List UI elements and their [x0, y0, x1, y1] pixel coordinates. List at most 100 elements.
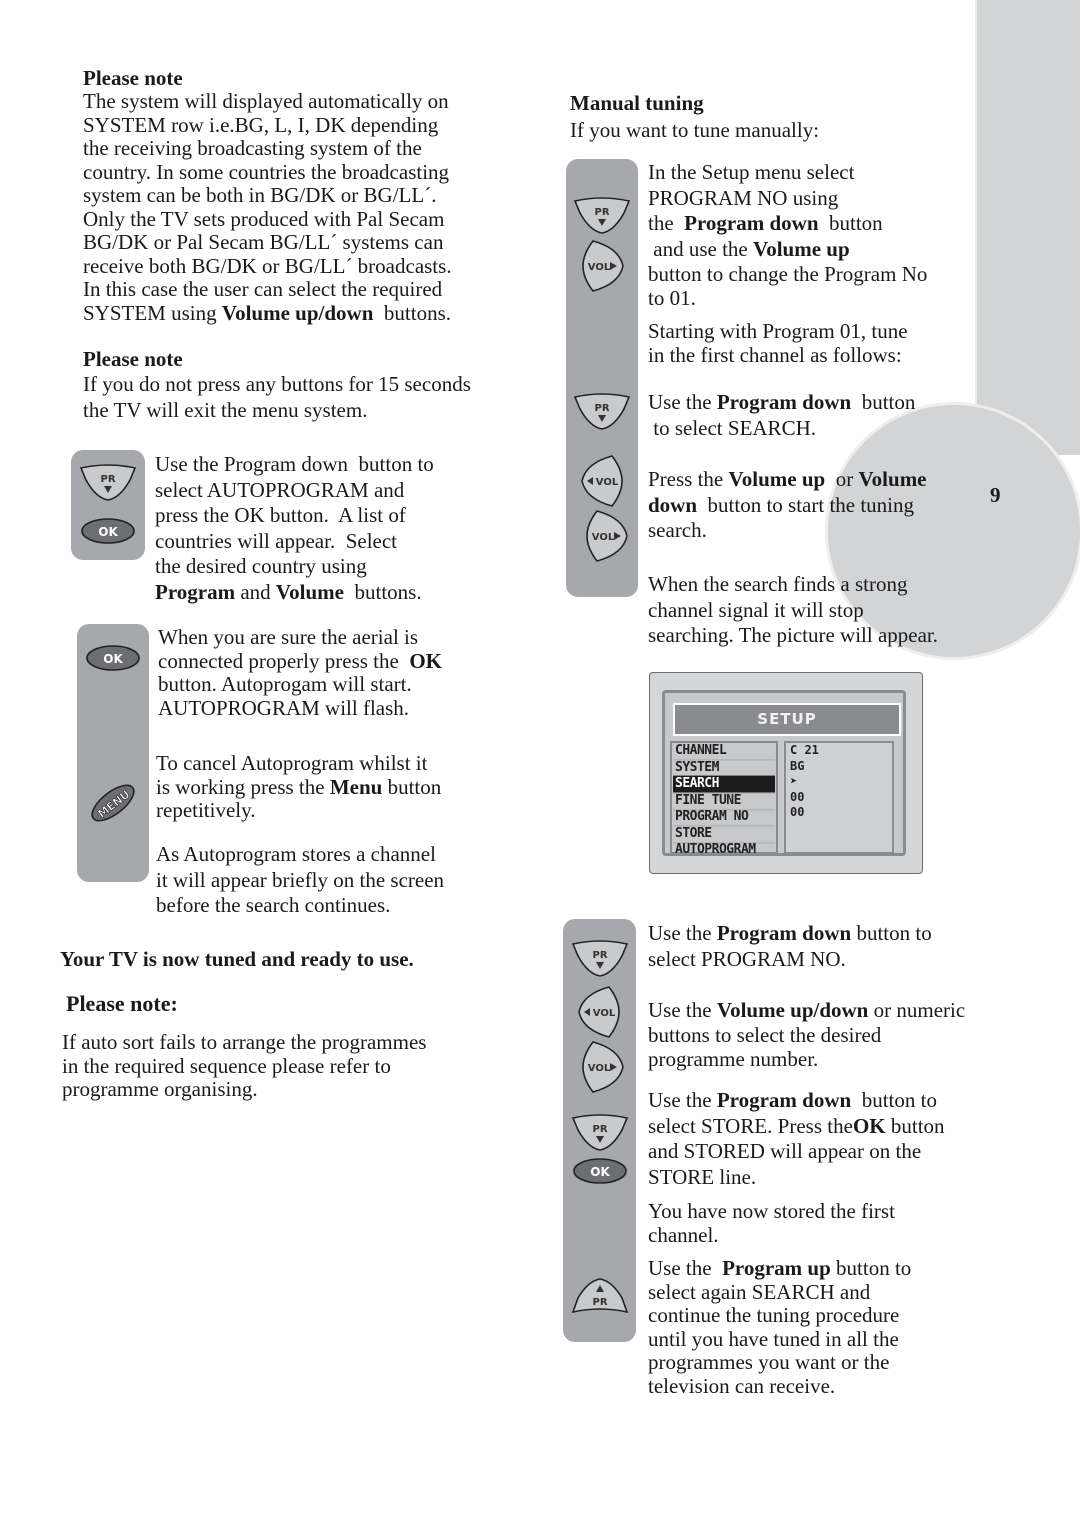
menu-item-system: SYSTEM: [673, 759, 775, 777]
svg-text:PR: PR: [592, 950, 607, 961]
value-program-no: 00: [790, 805, 805, 819]
volume-up-button-icon: VOL: [586, 510, 628, 562]
text-line: before the search continues.: [156, 893, 391, 917]
svg-text:PR: PR: [594, 403, 609, 414]
text-line: button. Autoprogam will start.: [158, 672, 412, 696]
ready-message: Your TV is now tuned and ready to use.: [60, 947, 414, 971]
text: buttons.: [344, 579, 422, 604]
text-line: until you have tuned in all the: [648, 1326, 899, 1351]
text-line: countries will appear. Select: [155, 528, 398, 553]
text-line: In this case the user can select the req…: [83, 277, 443, 301]
text-line: AUTOPROGRAM will flash.: [158, 695, 410, 720]
text-line: channel.: [648, 1222, 719, 1247]
text: or numeric: [868, 998, 966, 1022]
bold-text: Program: [155, 579, 236, 604]
text: button to: [851, 1088, 937, 1112]
bold-text: Volume: [858, 467, 927, 491]
bold-text: Volume up/down: [716, 998, 869, 1022]
manual-tuning-heading: Manual tuning: [570, 91, 704, 115]
note-system: Please note The system will displayed au…: [83, 66, 523, 325]
program-up-button-icon: PR: [571, 1278, 629, 1314]
svg-text:OK: OK: [103, 652, 123, 666]
text-line: Only the TV sets produced with Pal Secam: [83, 206, 445, 231]
text: the: [648, 211, 685, 235]
text: button to: [851, 921, 932, 945]
text: button to: [830, 1256, 912, 1280]
text-line: and STORED will appear on the: [648, 1139, 922, 1163]
text-line: the desired country using: [155, 554, 367, 578]
text-line: the receiving broadcasting system of the: [83, 136, 422, 160]
menu-button-icon: MENU: [91, 784, 135, 822]
svg-text:VOL: VOL: [588, 1063, 611, 1074]
svg-text:OK: OK: [98, 525, 118, 539]
bold-text: down: [648, 492, 698, 517]
svg-text:PR: PR: [100, 474, 115, 485]
note-heading: Please note: [83, 66, 183, 90]
text-line: country. In some countries the broadcast…: [83, 159, 450, 184]
side-tab: [975, 0, 1080, 455]
text: Use the: [648, 1256, 723, 1280]
manual-step-stored: You have now stored the first channel.: [648, 1199, 988, 1247]
program-down-button-icon: PR: [79, 464, 137, 501]
svg-text:VOL: VOL: [596, 477, 619, 488]
menu-item-autoprogram: AUTOPROGRAM: [675, 841, 756, 858]
text-line: is working press the Menu button: [156, 775, 496, 800]
text-line: to select SEARCH.: [648, 415, 816, 440]
setup-menu-screen: SETUP CHANNEL SYSTEM SEARCH FINE TUNE PR…: [649, 672, 923, 874]
manual-step-store: Use the Program down button to select ST…: [648, 1088, 998, 1190]
text-line: You have now stored the first: [648, 1199, 895, 1223]
text: Use the: [648, 1088, 717, 1112]
text-line: Starting with Program 01, tune: [648, 319, 908, 343]
bold-text: Program down: [716, 390, 852, 414]
step-start-autoprogram: When you are sure the aerial is connecte…: [158, 625, 498, 720]
text: button: [851, 390, 916, 414]
manual-step-tuning-search: Press the Volume up or Volume down butto…: [648, 467, 968, 544]
text-line: As Autoprogram stores a channel: [156, 842, 436, 866]
text-line: Use the Program up button to: [648, 1256, 988, 1281]
text-line: Use the Program down button to: [155, 452, 434, 476]
text-line: it will appear briefly on the screen: [156, 867, 445, 892]
manual-step-select-search: Use the Program down button to select SE…: [648, 390, 968, 441]
text-line: When the search finds a strong: [648, 572, 908, 596]
text: button: [885, 1113, 945, 1138]
text-line: STORE line.: [648, 1164, 757, 1189]
text-line: button to change the Program No: [648, 262, 928, 286]
menu-item-store: STORE: [673, 825, 775, 843]
text: connected properly press the: [158, 648, 410, 673]
text-line: SYSTEM using Volume up/down buttons.: [83, 300, 523, 326]
svg-text:VOL: VOL: [588, 262, 611, 273]
bold-text: Volume up: [728, 467, 826, 491]
text-line: Use the Program down button to: [648, 921, 988, 947]
text: Use the: [648, 390, 717, 414]
program-down-button-icon: PR: [573, 393, 631, 430]
text-line: programme organising.: [62, 1077, 258, 1101]
setup-menu-frame: SETUP CHANNEL SYSTEM SEARCH FINE TUNE PR…: [662, 690, 906, 858]
manual-step-select-program-no-2: Use the Program down button to select PR…: [648, 921, 988, 972]
text: Press the: [648, 467, 729, 491]
text-line: television can receive.: [648, 1373, 836, 1398]
text-line: the TV will exit the menu system.: [83, 398, 368, 422]
text: select STORE. Press the: [648, 1113, 853, 1138]
text: and use the: [648, 236, 753, 261]
text-line: In the Setup menu select: [648, 160, 855, 184]
text: buttons.: [373, 300, 451, 325]
volume-up-button-icon: VOL: [582, 1041, 624, 1093]
note-heading: Please note:: [66, 991, 178, 1016]
text: and: [235, 579, 276, 604]
text-line: If auto sort fails to arrange the progra…: [62, 1030, 427, 1054]
svg-text:VOL: VOL: [593, 1008, 616, 1019]
text-line: Press the Volume up or Volume: [648, 467, 968, 493]
text-line: the Program down button: [648, 211, 968, 237]
text-line: select PROGRAM NO.: [648, 946, 846, 971]
manual-step-select-program-no: In the Setup menu select PROGRAM NO usin…: [648, 160, 968, 308]
text-line: to 01.: [648, 285, 696, 310]
value-channel: C 21: [790, 743, 819, 757]
value-fine-tune: 00: [790, 789, 805, 804]
text-line: down button to start the tuning: [648, 493, 968, 519]
bold-text: Volume up/down: [221, 300, 374, 325]
svg-text:VOL: VOL: [592, 532, 615, 543]
note-autosort-heading-wrap: Please note:: [66, 992, 178, 1016]
text-line: To cancel Autoprogram whilst it: [156, 751, 428, 775]
text-line: programme number.: [648, 1047, 819, 1071]
menu-item-channel: CHANNEL: [673, 743, 775, 760]
